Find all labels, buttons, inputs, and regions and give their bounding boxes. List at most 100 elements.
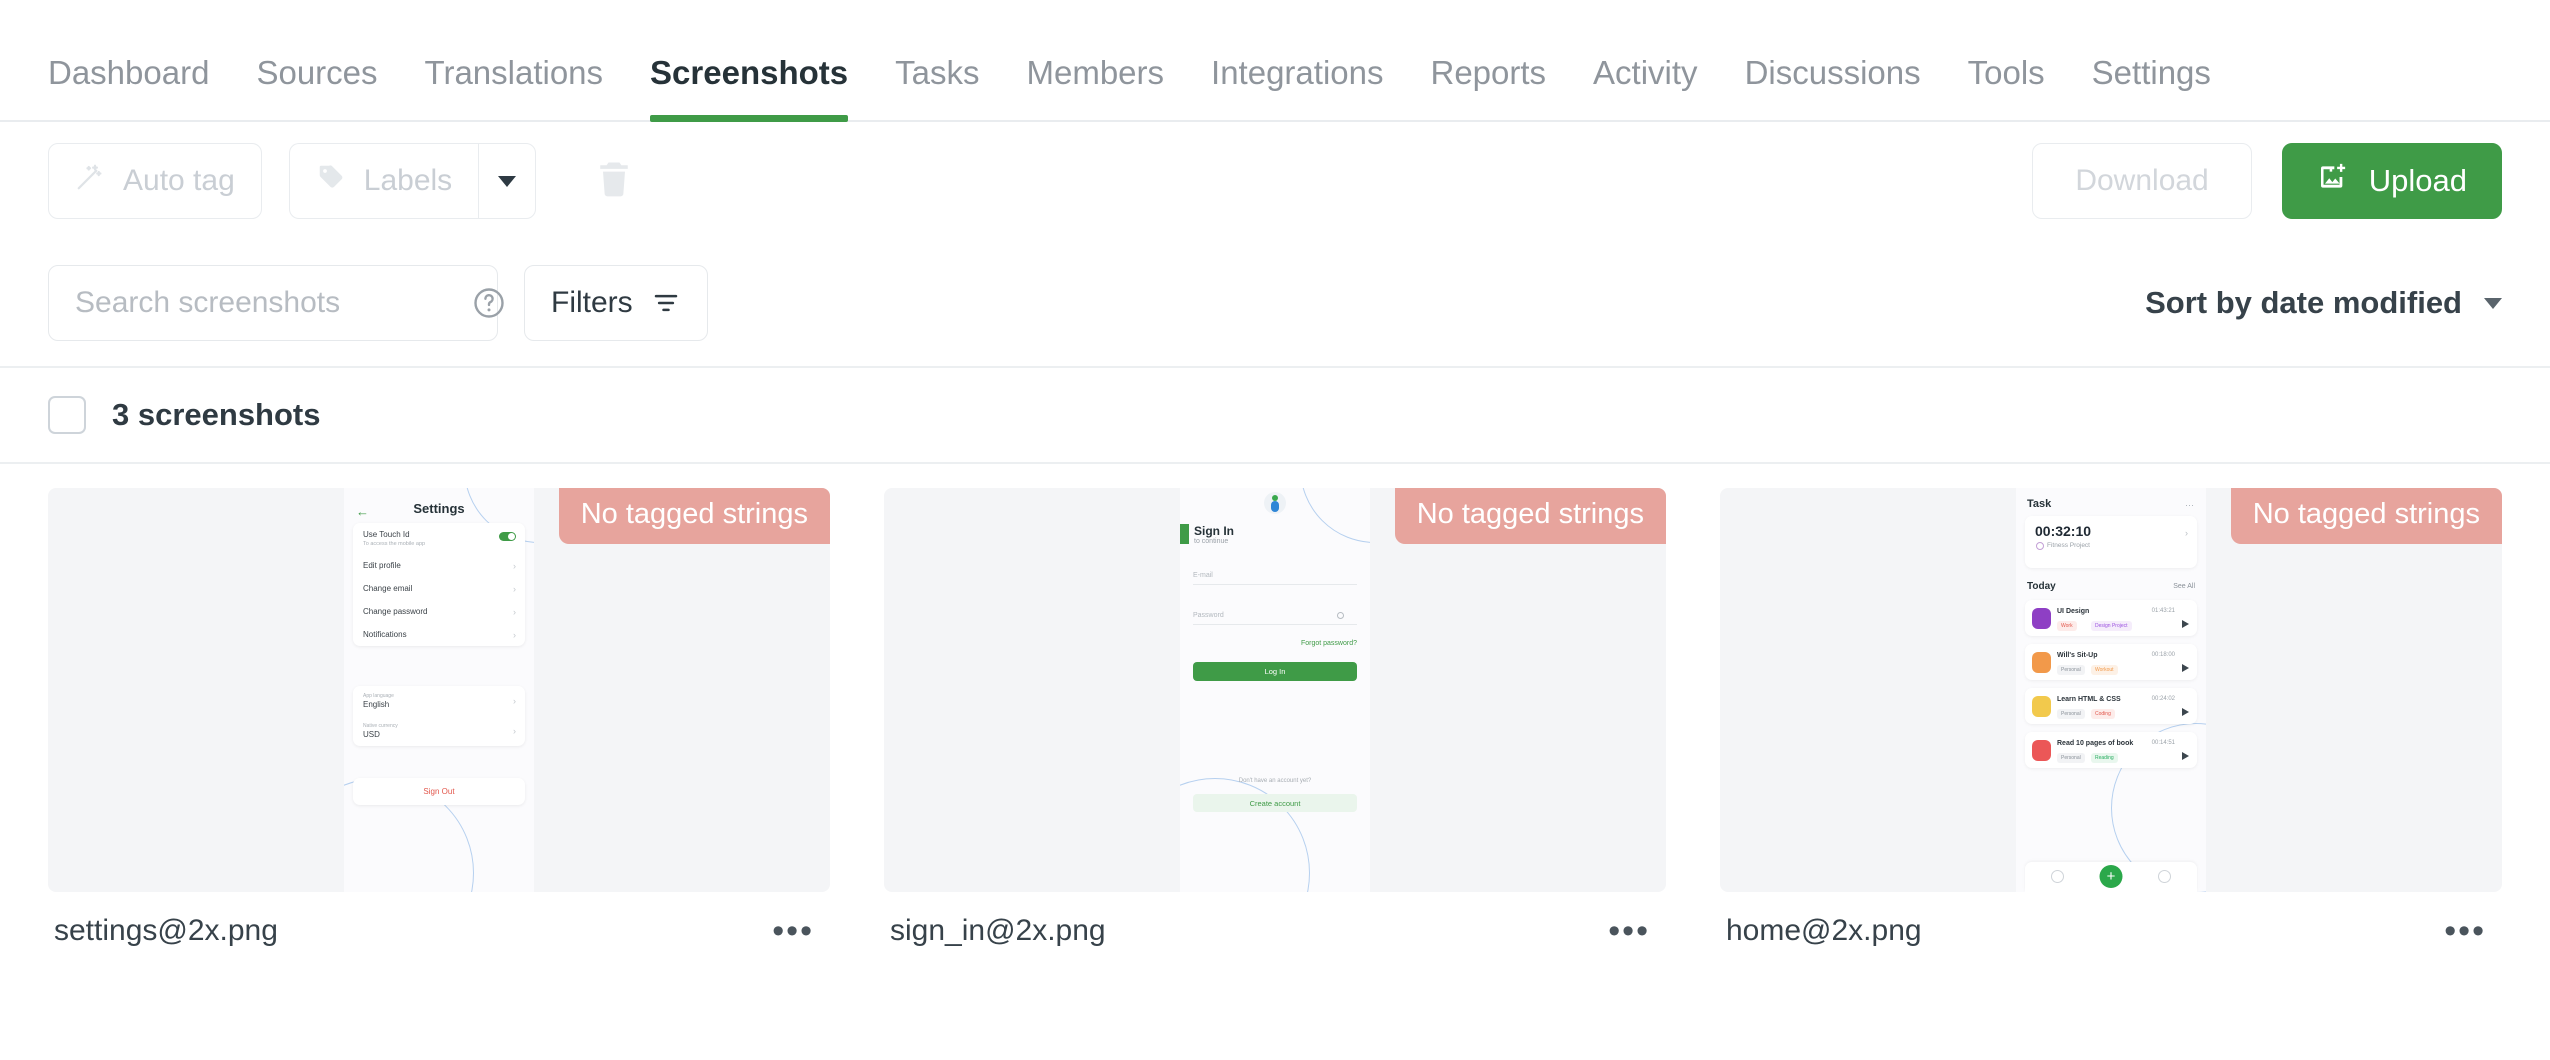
settings-row-title: Edit profile — [363, 561, 401, 570]
task-tag: Coding — [2091, 709, 2115, 719]
touch-id-toggle[interactable] — [499, 532, 516, 541]
settings-row-subtitle: To access the mobile app — [363, 541, 426, 547]
task-row[interactable]: Will's Sit-Up 00:18:00 Personal Workout — [2025, 644, 2197, 680]
labels-button[interactable]: Labels — [288, 143, 479, 219]
email-field[interactable]: E-mail — [1193, 572, 1357, 585]
task-tag: Design Project — [2091, 621, 2132, 631]
more-horizontal-icon[interactable]: ••• — [2434, 908, 2496, 954]
filter-icon — [651, 288, 681, 318]
nav-item-integrations[interactable]: Integrations — [1211, 54, 1383, 120]
delete-button[interactable] — [584, 151, 644, 211]
auto-tag-button[interactable]: Auto tag — [48, 143, 262, 219]
task-name: UI Design — [2057, 608, 2090, 615]
eye-icon[interactable] — [1337, 612, 1344, 619]
forgot-password-link[interactable]: Forgot password? — [1301, 640, 1357, 647]
chevron-right-icon: › — [513, 629, 516, 640]
status-badge: No tagged strings — [2230, 488, 2502, 544]
settings-row[interactable]: Change password › — [353, 600, 525, 623]
create-account-button[interactable]: Create account — [1193, 794, 1357, 812]
nav-item-settings[interactable]: Settings — [2092, 54, 2211, 120]
task-row[interactable]: Read 10 pages of book 00:14:51 Personal … — [2025, 732, 2197, 768]
nav-item-activity[interactable]: Activity — [1593, 54, 1698, 120]
filters-button[interactable]: Filters — [524, 265, 708, 341]
task-row[interactable]: UI Design 01:43:21 Work Design Project — [2025, 600, 2197, 636]
task-avatar-icon — [2032, 652, 2051, 673]
more-horizontal-icon[interactable]: ••• — [1598, 908, 1660, 954]
screenshot-thumbnail[interactable]: ← Settings Use Touch Id To access the mobil… — [48, 488, 830, 892]
nav-item-reports[interactable]: Reports — [1430, 54, 1546, 120]
nav-item-screenshots[interactable]: Screenshots — [650, 54, 849, 122]
settings-row-title: Change email — [363, 584, 413, 593]
filters-label: Filters — [551, 286, 633, 319]
nav-item-sources[interactable]: Sources — [256, 54, 377, 120]
nav-item-members[interactable]: Members — [1027, 54, 1165, 120]
settings-row[interactable]: Edit profile › — [353, 554, 525, 577]
password-field[interactable]: Password — [1193, 612, 1357, 625]
settings-row[interactable]: Notifications › — [353, 623, 525, 646]
screenshot-file-row: home@2x.png ••• — [1720, 892, 2502, 970]
task-tag: Work — [2057, 621, 2077, 631]
screenshots-page: Dashboard Sources Translations Screenshots T… — [0, 0, 2550, 1060]
download-label: Download — [2075, 164, 2209, 197]
task-row[interactable]: Learn HTML & CSS 00:24:02 Personal Codin… — [2025, 688, 2197, 724]
sort-dropdown[interactable]: Sort by date modified — [2145, 285, 2502, 321]
clock-icon[interactable] — [2051, 870, 2064, 883]
download-button[interactable]: Download — [2032, 143, 2252, 219]
play-icon[interactable] — [2182, 752, 2189, 760]
play-icon[interactable] — [2182, 620, 2189, 628]
more-horizontal-icon[interactable]: ••• — [762, 908, 824, 954]
password-placeholder: Password — [1193, 612, 1224, 619]
screenshot-file-row: sign_in@2x.png ••• — [884, 892, 1666, 970]
settings-pref-row[interactable]: App language English › — [353, 686, 525, 716]
email-placeholder: E-mail — [1193, 572, 1213, 579]
question-circle-icon[interactable] — [471, 285, 507, 321]
tag-icon — [316, 162, 346, 200]
screenshot-card[interactable]: Sign In to continue E-mail Password Forgot p… — [884, 488, 1666, 970]
nav-item-tasks[interactable]: Tasks — [895, 54, 979, 120]
task-tag: Workout — [2091, 665, 2118, 675]
screenshot-thumbnail[interactable]: Sign In to continue E-mail Password Forgot p… — [884, 488, 1666, 892]
magic-wand-icon — [75, 162, 105, 200]
settings-prefs-card: App language English › Native currency USD › — [353, 686, 525, 746]
screenshot-thumbnail[interactable]: Task ⋯ 00:32:10 Fitness Project › Today Se… — [1720, 488, 2502, 892]
upload-button[interactable]: Upload — [2281, 143, 2502, 219]
screenshot-card[interactable]: Task ⋯ 00:32:10 Fitness Project › Today Se… — [1720, 488, 2502, 970]
sign-out-card[interactable]: Sign Out — [353, 778, 525, 805]
timer-card[interactable]: 00:32:10 Fitness Project › — [2025, 516, 2197, 568]
nav-item-discussions[interactable]: Discussions — [1745, 54, 1921, 120]
task-name: Read 10 pages of book — [2057, 740, 2134, 747]
nav-item-tools[interactable]: Tools — [1968, 54, 2045, 120]
play-icon[interactable] — [2182, 708, 2189, 716]
plus-icon[interactable]: + — [2099, 865, 2123, 888]
timer-icon[interactable] — [2158, 870, 2171, 883]
screenshot-card[interactable]: ← Settings Use Touch Id To access the mobil… — [48, 488, 830, 970]
see-all-link[interactable]: See All — [2173, 583, 2195, 590]
screenshot-filename: settings@2x.png — [54, 914, 278, 947]
settings-pref-row[interactable]: Native currency USD › — [353, 716, 525, 746]
settings-row[interactable]: Use Touch Id To access the mobile app — [353, 523, 525, 554]
phone-preview: Sign In to continue E-mail Password Forgot p… — [1180, 488, 1370, 892]
search-box[interactable] — [48, 265, 504, 341]
nav-item-translations[interactable]: Translations — [425, 54, 604, 120]
timer-project: Fitness Project — [2025, 539, 2197, 557]
select-all-checkbox[interactable] — [48, 396, 86, 434]
pref-label: Native currency — [363, 723, 398, 729]
settings-row[interactable]: Change email › — [353, 577, 525, 600]
image-add-icon — [2317, 161, 2349, 201]
login-button[interactable]: Log In — [1193, 662, 1357, 681]
play-icon[interactable] — [2182, 664, 2189, 672]
auto-tag-label: Auto tag — [123, 164, 235, 197]
sign-out-label: Sign Out — [423, 787, 455, 796]
labels-label: Labels — [363, 164, 453, 197]
task-avatar-icon — [2032, 608, 2051, 629]
signin-title: Sign In — [1194, 524, 1234, 538]
pref-value: English — [363, 700, 390, 709]
screenshot-filename: sign_in@2x.png — [890, 914, 1106, 947]
nav-item-dashboard[interactable]: Dashboard — [48, 54, 209, 120]
screenshot-count: 3 screenshots — [112, 397, 321, 432]
settings-row-title: Notifications — [363, 630, 407, 639]
labels-dropdown-toggle[interactable] — [478, 143, 537, 219]
more-horizontal-icon[interactable]: ⋯ — [2185, 500, 2195, 511]
sort-label: Sort by date modified — [2145, 285, 2462, 320]
search-input[interactable] — [75, 286, 461, 320]
